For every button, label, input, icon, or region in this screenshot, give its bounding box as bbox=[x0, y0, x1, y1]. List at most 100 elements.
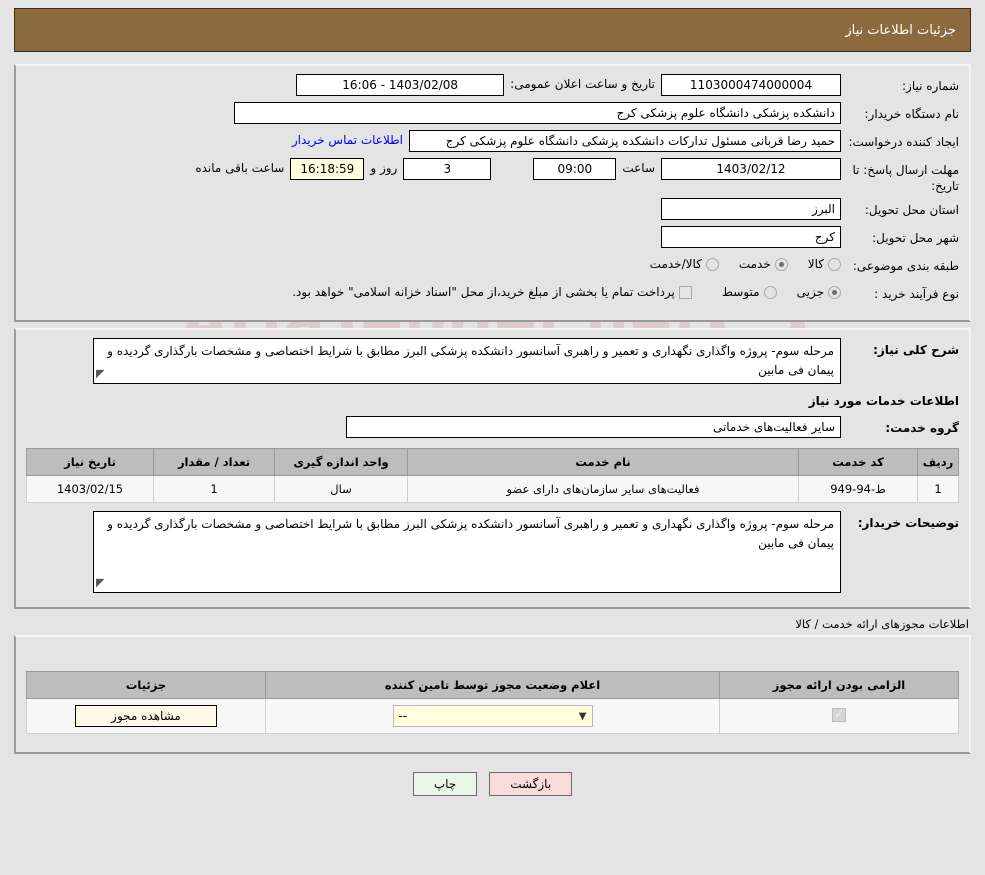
permit-status-select[interactable]: ▼ -- bbox=[392, 705, 593, 728]
buyer-org-label: نام دستگاه خریدار: bbox=[864, 107, 960, 121]
cell-name: فعالیت‌های سایر سازمان‌های دارای عضو bbox=[407, 475, 799, 504]
row-buyer-notes: توضیحات خریدار: مرحله سوم- پروژه واگذاری… bbox=[26, 511, 959, 594]
process-option-jozi[interactable]: جزیی bbox=[797, 285, 841, 299]
permit-required-checkbox bbox=[832, 707, 846, 722]
th-permit-required: الزامی بودن ارائه مجوز bbox=[719, 671, 959, 700]
row-category: طبقه بندی موضوعی: کالا خدمت کالا/خدمت bbox=[26, 254, 959, 278]
view-permit-button[interactable]: مشاهده مجوز bbox=[75, 705, 217, 728]
process-option-label: جزیی bbox=[796, 285, 824, 300]
cell-permit-status: ▼ -- bbox=[265, 698, 720, 735]
city-field[interactable]: کرج bbox=[661, 226, 841, 249]
radio-icon[interactable] bbox=[828, 285, 841, 299]
th-row: ردیف bbox=[917, 448, 959, 477]
time-remaining-field[interactable]: 16:18:59 bbox=[290, 158, 365, 180]
row-city: شهر محل تحویل: کرج bbox=[26, 226, 959, 250]
days-word-label: روز و bbox=[370, 161, 398, 175]
table-row: 1 ط-94-949 فعالیت‌های سایر سازمان‌های دا… bbox=[26, 475, 959, 504]
buyer-notes-textarea[interactable]: مرحله سوم- پروژه واگذاری نگهداری و تعمیر… bbox=[93, 511, 841, 594]
back-button[interactable]: بازگشت bbox=[489, 772, 573, 797]
row-province: استان محل تحویل: البرز bbox=[26, 198, 959, 222]
treasury-checkbox-label: پرداخت تمام یا بخشی از مبلغ خرید،از محل … bbox=[292, 285, 675, 300]
category-option-label: خدمت bbox=[738, 257, 771, 272]
row-requester: ایجاد کننده درخواست: حمید رضا قربانی مسئ… bbox=[26, 130, 959, 154]
category-option-label: کالا bbox=[807, 257, 824, 272]
category-option-khedmat[interactable]: خدمت bbox=[739, 257, 788, 271]
permits-table-header-row: الزامی بودن ارائه مجوز اعلام وضعیت مجوز … bbox=[26, 671, 959, 700]
cell-unit: سال bbox=[274, 475, 408, 504]
general-desc-label: شرح کلی نیاز: bbox=[873, 343, 959, 358]
service-group-field[interactable]: سایر فعالیت‌های خدماتی bbox=[346, 416, 841, 439]
radio-icon[interactable] bbox=[828, 257, 841, 271]
radio-icon[interactable] bbox=[763, 285, 777, 299]
need-number-label: شماره نیاز: bbox=[902, 79, 959, 93]
cell-permit-required bbox=[719, 698, 959, 735]
process-option-motavaset[interactable]: متوسط bbox=[722, 285, 777, 299]
announce-date-field[interactable]: 1403/02/08 - 16:06 bbox=[296, 74, 505, 96]
buyer-org-field[interactable]: دانشکده پزشکی دانشگاه علوم پزشکی کرج bbox=[234, 102, 841, 124]
resize-grip-icon[interactable]: ◥ bbox=[96, 574, 104, 591]
th-quantity: تعداد / مقدار bbox=[153, 448, 275, 477]
deadline-label: مهلت ارسال پاسخ: تا تاریخ: bbox=[852, 163, 959, 194]
row-process-type: نوع فرآیند خرید : جزیی متوسط پرداخت تمام… bbox=[26, 282, 959, 306]
general-desc-text: مرحله سوم- پروژه واگذاری نگهداری و تعمیر… bbox=[107, 344, 834, 377]
radio-icon[interactable] bbox=[705, 257, 719, 271]
province-field[interactable]: البرز bbox=[661, 198, 841, 221]
th-code: کد خدمت bbox=[798, 448, 918, 477]
resize-grip-icon[interactable]: ◥ bbox=[96, 365, 104, 382]
th-need-date: تاریخ نیاز bbox=[26, 448, 154, 477]
deadline-time-field[interactable]: 09:00 bbox=[533, 158, 617, 180]
checkbox-icon[interactable] bbox=[678, 285, 692, 299]
cell-permit-details: مشاهده مجوز bbox=[26, 698, 266, 735]
th-name: نام خدمت bbox=[407, 448, 799, 477]
category-label: طبقه بندی موضوعی: bbox=[852, 259, 959, 274]
buyer-contact-link[interactable]: اطلاعات تماس خریدار bbox=[284, 130, 409, 147]
permits-table: الزامی بودن ارائه مجوز اعلام وضعیت مجوز … bbox=[26, 671, 959, 735]
process-option-label: متوسط bbox=[721, 285, 760, 300]
cell-need-date: 1403/02/15 bbox=[26, 475, 154, 504]
requester-field[interactable]: حمید رضا قربانی مسئول تدارکات دانشکده پز… bbox=[409, 130, 841, 152]
page-header: جزئیات اطلاعات نیاز bbox=[14, 8, 971, 52]
need-number-field[interactable]: 1103000474000004 bbox=[661, 74, 841, 96]
services-table: ردیف کد خدمت نام خدمت واحد اندازه گیری ت… bbox=[26, 448, 959, 504]
table-row: ▼ -- مشاهده مجوز bbox=[26, 698, 959, 735]
deadline-date-field[interactable]: 1403/02/12 bbox=[661, 158, 841, 180]
permit-status-value: -- bbox=[398, 709, 408, 724]
services-table-header-row: ردیف کد خدمت نام خدمت واحد اندازه گیری ت… bbox=[26, 448, 959, 477]
service-group-label: گروه خدمت: bbox=[885, 421, 959, 436]
treasury-checkbox-item[interactable]: پرداخت تمام یا بخشی از مبلغ خرید،از محل … bbox=[292, 285, 692, 299]
page-title: جزئیات اطلاعات نیاز bbox=[845, 22, 956, 38]
time-word-label: ساعت bbox=[622, 161, 655, 175]
footer-actions: بازگشت چاپ bbox=[0, 772, 985, 797]
process-radio-group: جزیی متوسط پرداخت تمام یا بخشی از مبلغ خ… bbox=[276, 282, 841, 299]
buyer-notes-label: توضیحات خریدار: bbox=[857, 516, 959, 531]
row-buyer-org: نام دستگاه خریدار: دانشکده پزشکی دانشگاه… bbox=[26, 102, 959, 126]
row-general-desc: شرح کلی نیاز: مرحله سوم- پروژه واگذاری ن… bbox=[26, 338, 959, 385]
remaining-suffix-label: ساعت باقی مانده bbox=[195, 161, 285, 175]
category-radio-group: کالا خدمت کالا/خدمت bbox=[634, 254, 841, 271]
general-desc-textarea[interactable]: مرحله سوم- پروژه واگذاری نگهداری و تعمیر… bbox=[93, 338, 841, 385]
city-label: شهر محل تحویل: bbox=[872, 231, 959, 246]
category-option-kala[interactable]: کالا bbox=[808, 257, 841, 271]
category-option-kala-khedmat[interactable]: کالا/خدمت bbox=[650, 257, 719, 271]
category-option-label: کالا/خدمت bbox=[649, 257, 702, 272]
radio-icon[interactable] bbox=[774, 257, 788, 271]
th-permit-details: جزئیات bbox=[26, 671, 266, 700]
announce-label: تاریخ و ساعت اعلان عمومی: bbox=[510, 77, 655, 91]
chevron-down-icon[interactable]: ▼ bbox=[579, 711, 587, 722]
services-section-title: اطلاعات خدمات مورد نیاز bbox=[808, 394, 959, 409]
process-label: نوع فرآیند خرید : bbox=[874, 287, 959, 302]
province-label: استان محل تحویل: bbox=[864, 203, 959, 218]
page-root: AriaTender.net جزئیات اطلاعات نیاز شماره… bbox=[0, 0, 985, 875]
services-panel: شرح کلی نیاز: مرحله سوم- پروژه واگذاری ن… bbox=[14, 328, 971, 610]
row-deadline: مهلت ارسال پاسخ: تا تاریخ: 1403/02/12 سا… bbox=[26, 158, 959, 194]
requester-label: ایجاد کننده درخواست: bbox=[848, 135, 959, 149]
permits-section-note: اطلاعات مجوزهای ارائه خدمت / کالا bbox=[795, 617, 969, 632]
need-details-panel: شماره نیاز: 1103000474000004 تاریخ و ساع… bbox=[14, 64, 971, 323]
cell-row: 1 bbox=[917, 475, 959, 504]
cell-quantity: 1 bbox=[153, 475, 275, 504]
row-need-number: شماره نیاز: 1103000474000004 تاریخ و ساع… bbox=[26, 74, 959, 98]
print-button[interactable]: چاپ bbox=[412, 772, 478, 797]
row-service-group: گروه خدمت: سایر فعالیت‌های خدماتی bbox=[26, 416, 959, 440]
days-remaining-field[interactable]: 3 bbox=[403, 158, 492, 180]
permits-panel: الزامی بودن ارائه مجوز اعلام وضعیت مجوز … bbox=[14, 635, 971, 755]
